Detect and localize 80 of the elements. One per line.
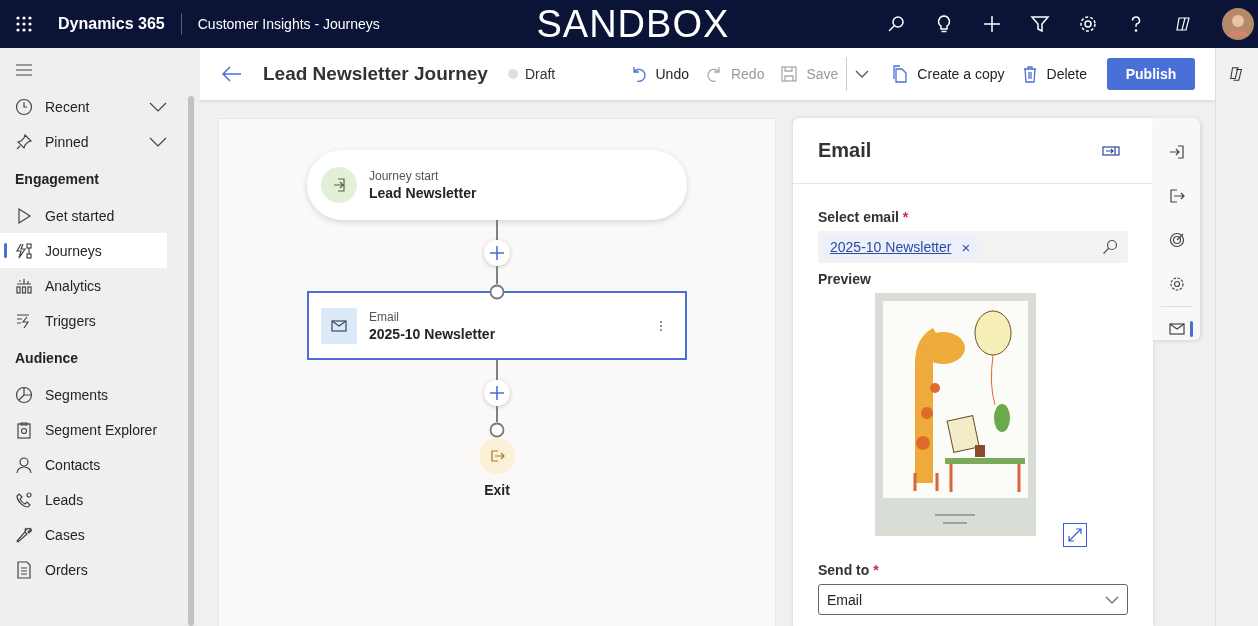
- settings-icon[interactable]: [1078, 14, 1098, 34]
- nav-item[interactable]: Pinned: [0, 124, 167, 159]
- toolbar-button[interactable]: Delete: [1012, 58, 1095, 90]
- page-title: Lead Newsletter Journey: [263, 63, 488, 85]
- app-launcher-icon[interactable]: [16, 16, 32, 32]
- nav-item[interactable]: Segments: [0, 377, 167, 412]
- nav-item[interactable]: Journeys: [0, 233, 167, 268]
- status-dot: [507, 69, 518, 79]
- journey-icon: [15, 241, 33, 260]
- search-icon[interactable]: [886, 14, 906, 34]
- filter-icon[interactable]: [1030, 14, 1050, 34]
- node-caption: Email: [369, 309, 400, 324]
- environment-label: SANDBOX: [536, 2, 730, 46]
- node-title: Lead Newsletter: [369, 185, 477, 201]
- enter-icon: [1168, 144, 1185, 160]
- clipboard-icon: [15, 420, 33, 439]
- nav-item[interactable]: Leads: [0, 482, 167, 517]
- target-icon: [1168, 232, 1185, 248]
- clock-icon: [15, 97, 33, 116]
- field-label: Send to *: [818, 562, 880, 578]
- nav-item[interactable]: Get started: [0, 198, 167, 233]
- email-step-node[interactable]: Email 2025-10 Newsletter: [307, 291, 687, 360]
- person-icon: [15, 455, 33, 474]
- status-label: Draft: [524, 66, 556, 82]
- section-heading: Engagement: [14, 170, 100, 189]
- nav-item[interactable]: Analytics: [0, 268, 167, 303]
- add-step-button[interactable]: [484, 240, 510, 266]
- nav-item[interactable]: Contacts: [0, 447, 167, 482]
- wrench-icon: [15, 525, 33, 544]
- plus-icon[interactable]: [982, 14, 1002, 34]
- pin-icon: [15, 132, 33, 151]
- panel-title: Email: [818, 139, 872, 162]
- nav-item[interactable]: Segment Explorer: [0, 412, 167, 447]
- nav-item[interactable]: Triggers: [0, 303, 167, 338]
- search-icon[interactable]: [1102, 239, 1118, 255]
- chevron-icon[interactable]: [855, 70, 870, 78]
- mail-icon: [321, 307, 357, 344]
- chevron-icon: [1105, 595, 1119, 604]
- area-name: Customer Insights - Journeys: [197, 16, 380, 32]
- add-step-button[interactable]: [484, 380, 510, 406]
- avatar[interactable]: [1222, 8, 1254, 40]
- field-label: Preview: [818, 271, 872, 287]
- collapse-panel-icon[interactable]: [1102, 144, 1120, 157]
- gear-icon: [1168, 276, 1185, 292]
- copy-icon: [891, 65, 910, 83]
- mail-icon: [1168, 321, 1185, 337]
- analytics-icon: [15, 276, 33, 295]
- email-link[interactable]: 2025-10 Newsletter: [830, 239, 952, 255]
- more-icon[interactable]: [659, 319, 663, 332]
- save-icon: [780, 65, 799, 83]
- app-name[interactable]: Dynamics 365: [58, 15, 165, 33]
- toolbar-button[interactable]: Undo: [621, 58, 697, 90]
- remove-button[interactable]: ×: [961, 238, 971, 256]
- toolbar-button[interactable]: Create a copy: [883, 58, 1013, 90]
- node-caption: Journey start: [369, 169, 440, 183]
- email-lookup-field[interactable]: 2025-10 Newsletter ×: [818, 231, 1128, 263]
- redo-icon: [704, 65, 723, 83]
- chevron-icon[interactable]: [149, 101, 167, 112]
- send-to-dropdown[interactable]: Email: [818, 584, 1128, 615]
- enter-icon: [321, 167, 357, 203]
- nav-item[interactable]: Cases: [0, 517, 167, 552]
- back-icon[interactable]: [222, 66, 242, 82]
- expand-icon: [1068, 528, 1082, 542]
- node-title: 2025-10 Newsletter: [369, 325, 496, 342]
- phone-icon: [15, 490, 33, 509]
- nav-item[interactable]: Recent: [0, 89, 167, 124]
- journey-start-node[interactable]: Journey start Lead Newsletter: [307, 150, 687, 220]
- pie-chart-icon: [15, 385, 33, 404]
- expand-preview-button[interactable]: [1063, 523, 1087, 547]
- section-heading: Audience: [14, 349, 79, 368]
- publish-button[interactable]: Publish: [1107, 58, 1195, 90]
- play-icon: [15, 206, 33, 225]
- field-label: Select email *: [818, 209, 910, 225]
- document-icon: [15, 560, 33, 579]
- exit-icon: [1168, 188, 1185, 204]
- plus-icon: [489, 245, 505, 261]
- chevron-icon[interactable]: [149, 136, 167, 147]
- plus-icon: [489, 385, 505, 401]
- exit-label: Exit: [484, 482, 510, 498]
- nav-item[interactable]: Orders: [0, 552, 167, 587]
